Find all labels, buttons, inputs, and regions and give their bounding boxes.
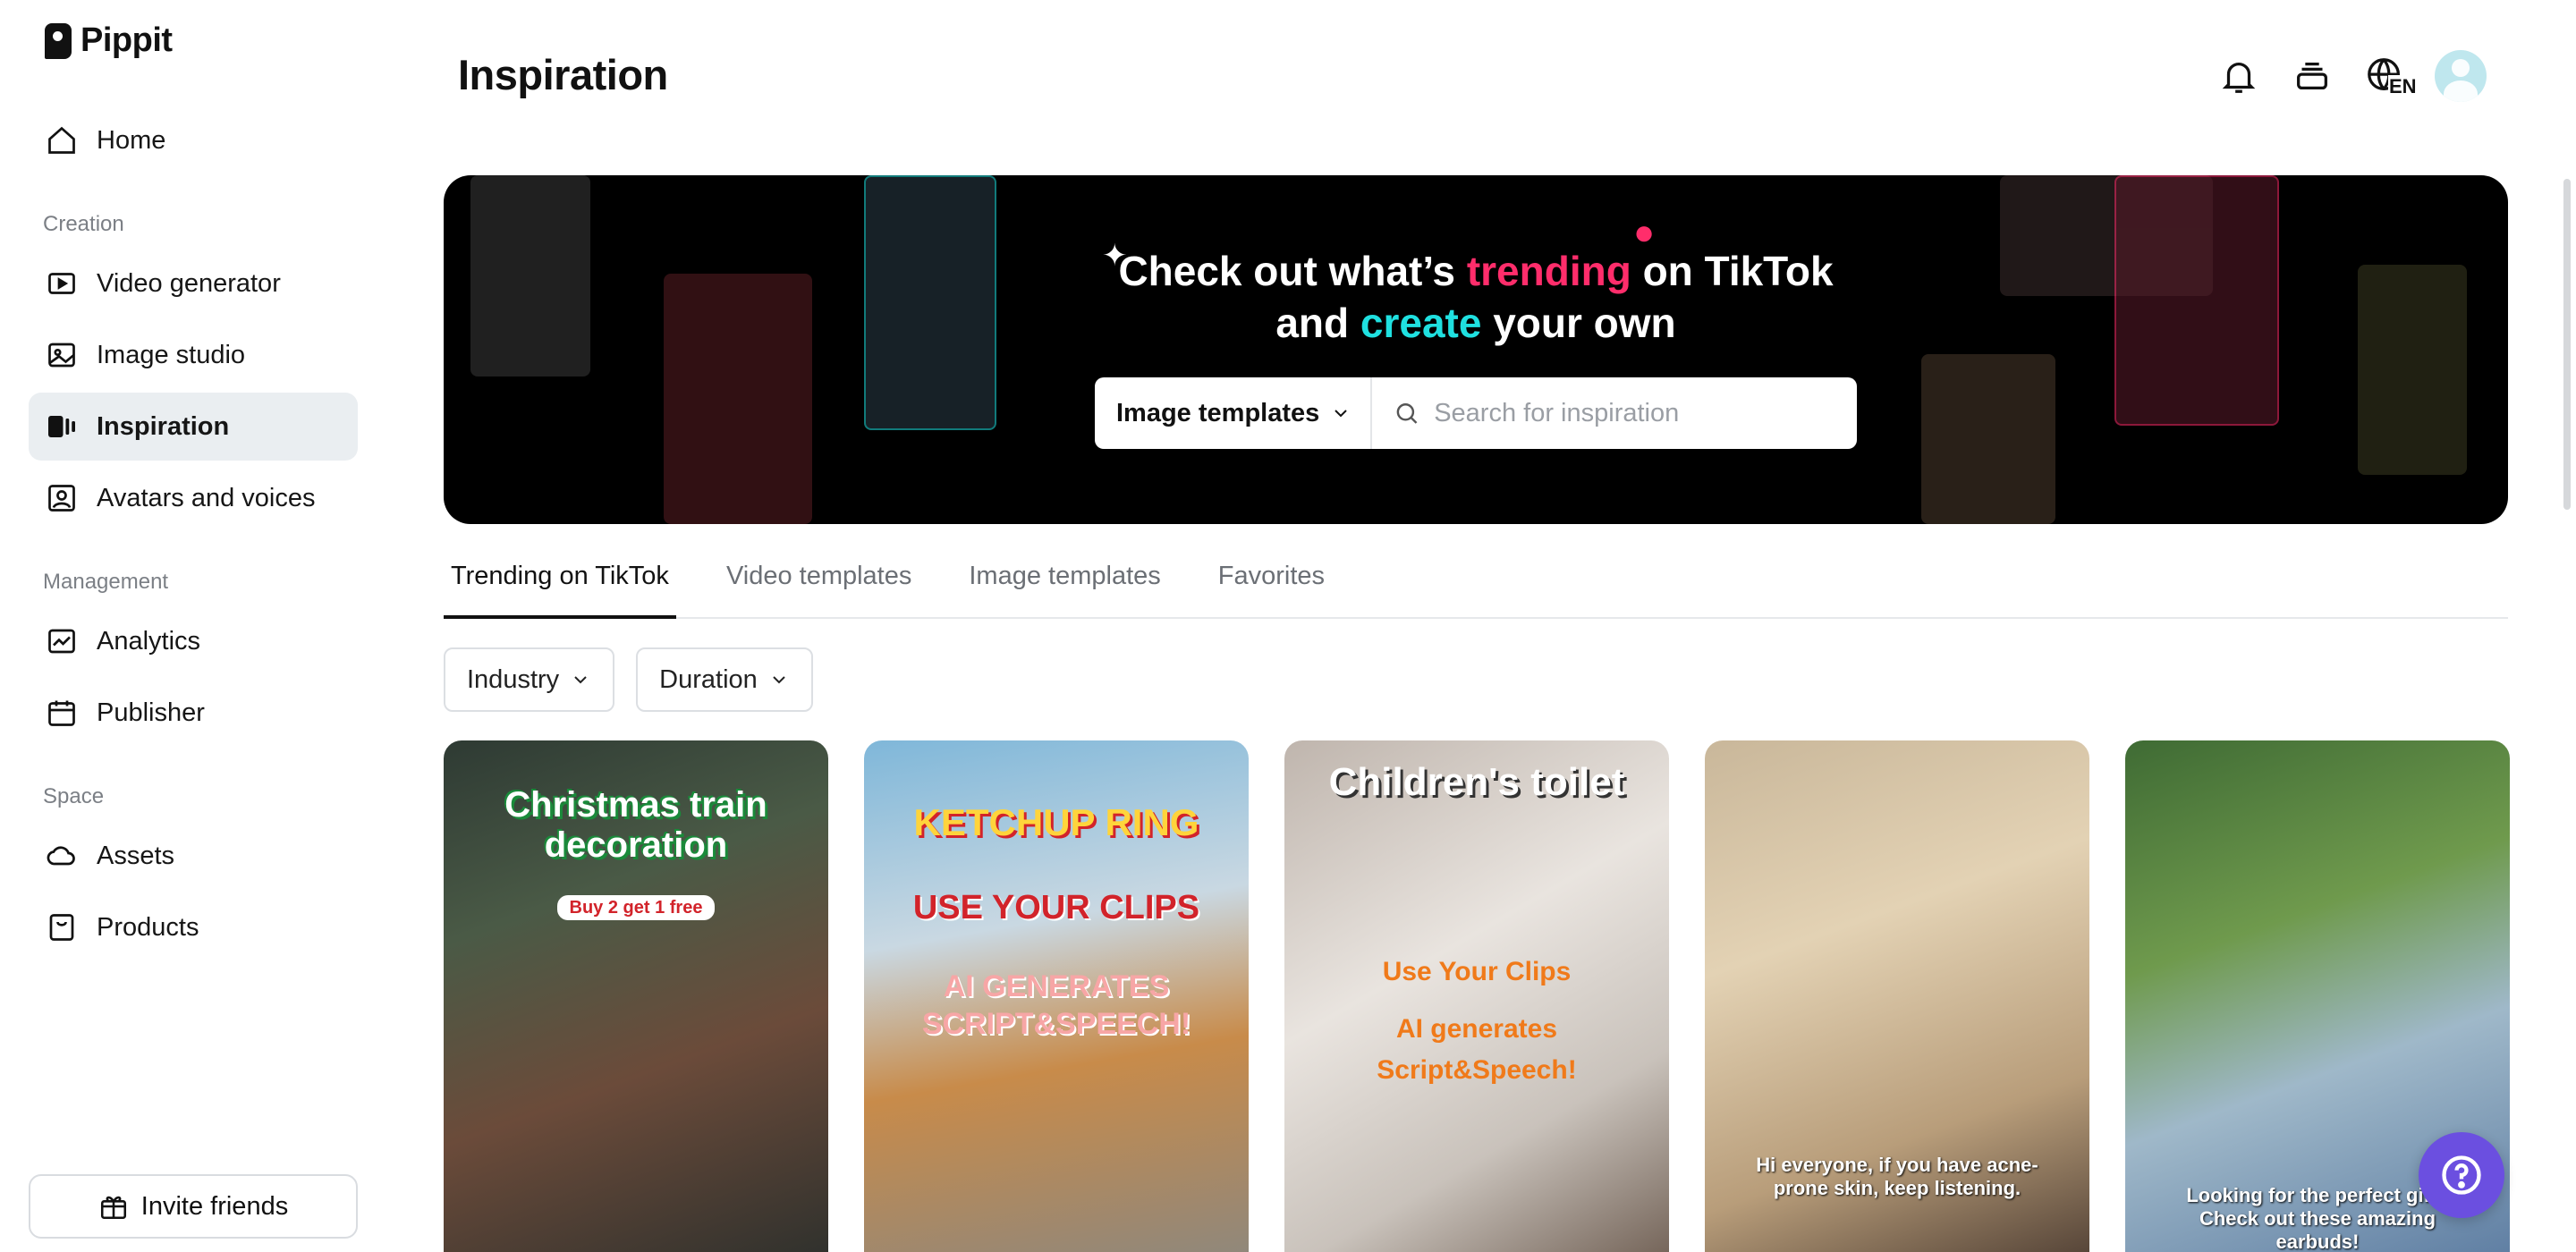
- headline-highlight-trending: trending: [1466, 248, 1631, 294]
- chevron-down-icon: [1335, 410, 1347, 418]
- industry-filter[interactable]: Industry: [444, 647, 615, 712]
- sidebar-item-inspiration[interactable]: Inspiration: [29, 393, 358, 461]
- sidebar-item-label: Image studio: [97, 340, 246, 369]
- sidebar-item-analytics[interactable]: Analytics: [29, 607, 358, 675]
- card-title: Christmas train decoration: [504, 785, 767, 865]
- headline-text: and: [1275, 300, 1360, 346]
- page-title: Inspiration: [458, 51, 668, 98]
- filter-label: Industry: [467, 664, 560, 694]
- headline-text: your own: [1481, 300, 1676, 346]
- sidebar-item-publisher[interactable]: Publisher: [29, 679, 358, 747]
- filter-label: Duration: [659, 664, 758, 694]
- template-type-label: Image templates: [1116, 398, 1320, 427]
- template-card[interactable]: Children's toilet Use Your Clips AI gene…: [1284, 740, 1669, 1252]
- tab-video-templates[interactable]: Video templates: [719, 551, 919, 619]
- search-field: [1372, 398, 1857, 428]
- sidebar-item-label: Home: [97, 125, 166, 155]
- avatar[interactable]: [2435, 50, 2487, 102]
- analytics-icon: [45, 624, 79, 658]
- sidebar-item-label: Video generator: [97, 268, 281, 298]
- home-icon: [45, 123, 79, 157]
- template-card[interactable]: KETCHUP RING USE YOUR CLIPS AI GENERATES…: [864, 740, 1249, 1252]
- template-type-select[interactable]: Image templates: [1095, 377, 1372, 449]
- filter-bar: Industry Duration: [444, 647, 813, 712]
- layers-icon[interactable]: [2288, 52, 2336, 100]
- card-title: KETCHUP RING: [913, 801, 1199, 843]
- sidebar-item-label: Inspiration: [97, 411, 230, 441]
- sidebar-item-avatars-and-voices[interactable]: Avatars and voices: [29, 464, 358, 532]
- sidebar-item-video-generator[interactable]: Video generator: [29, 250, 358, 317]
- inspiration-banner: ✦ ● Check out what’s trending on TikTok …: [444, 175, 2508, 524]
- card-badge: Buy 2 get 1 free: [444, 895, 828, 920]
- card-line: USE YOUR CLIPS: [912, 889, 1200, 926]
- sidebar-item-image-studio[interactable]: Image studio: [29, 321, 358, 389]
- template-grid: Christmas train decoration Buy 2 get 1 f…: [444, 740, 2510, 1252]
- app-name: Pippit: [80, 21, 173, 59]
- app-logo[interactable]: Pippit: [45, 21, 173, 60]
- search-icon: [1396, 403, 1418, 424]
- tab-trending-on-tiktok[interactable]: Trending on TikTok: [444, 551, 676, 619]
- template-card[interactable]: Christmas train decoration Buy 2 get 1 f…: [444, 740, 828, 1252]
- sidebar: Pippit Home Creation Video generator Ima…: [0, 0, 386, 1252]
- page-scrollbar[interactable]: [2563, 179, 2571, 510]
- help-button[interactable]: [2419, 1132, 2504, 1218]
- section-label-management: Management: [43, 570, 169, 594]
- pippit-logo-icon: [45, 22, 72, 59]
- sidebar-item-products[interactable]: Products: [29, 893, 358, 961]
- avatar-icon: [45, 481, 79, 515]
- inspiration-search-bar: Image templates: [1095, 377, 1857, 449]
- image-studio-icon: [45, 338, 79, 372]
- card-title: Children's toilet: [1328, 760, 1625, 804]
- sidebar-item-label: Assets: [97, 841, 175, 870]
- card-caption: Hi everyone, if you have acne-prone skin…: [1756, 1154, 2038, 1199]
- card-line: AI GENERATES SCRIPT&SPEECH!: [921, 969, 1191, 1041]
- product-box-icon: [45, 910, 79, 944]
- bell-icon[interactable]: [2215, 52, 2263, 100]
- video-generator-icon: [45, 266, 79, 300]
- calendar-icon: [45, 696, 79, 730]
- invite-friends-button[interactable]: Invite friends: [29, 1174, 358, 1239]
- tab-image-templates[interactable]: Image templates: [962, 551, 1167, 619]
- sidebar-item-label: Avatars and voices: [97, 483, 316, 512]
- inspiration-icon: [45, 410, 79, 444]
- card-line: AI generates Script&Speech!: [1377, 1014, 1577, 1085]
- sidebar-item-label: Analytics: [97, 626, 201, 656]
- language-icon[interactable]: EN: [2361, 52, 2418, 100]
- gift-icon: [100, 1196, 126, 1220]
- header-actions: EN: [2215, 50, 2487, 102]
- cloud-icon: [45, 839, 79, 873]
- headline-text: on TikTok: [1631, 248, 1834, 294]
- tab-favorites[interactable]: Favorites: [1211, 551, 1332, 619]
- sidebar-item-assets[interactable]: Assets: [29, 822, 358, 890]
- content-tabs: Trending on TikTok Video templates Image…: [444, 551, 2508, 619]
- invite-friends-label: Invite friends: [140, 1191, 289, 1221]
- sidebar-item-label: Publisher: [97, 698, 205, 727]
- duration-filter[interactable]: Duration: [636, 647, 813, 712]
- section-label-space: Space: [43, 784, 105, 808]
- card-line: Use Your Clips: [1382, 957, 1572, 986]
- chevron-down-icon: [574, 676, 587, 684]
- headline-text: Check out what’s: [1118, 248, 1467, 294]
- sidebar-item-label: Products: [97, 912, 199, 942]
- banner-headline: Check out what’s trending on TikTok and …: [444, 245, 2508, 349]
- help-icon: [2442, 1155, 2481, 1195]
- template-card[interactable]: Hi everyone, if you have acne-prone skin…: [1705, 740, 2089, 1252]
- banner-decor-image: [1921, 354, 2055, 524]
- sidebar-item-home[interactable]: Home: [29, 106, 358, 174]
- section-label-creation: Creation: [43, 212, 124, 236]
- chevron-down-icon: [773, 676, 785, 684]
- language-code: EN: [2388, 75, 2418, 98]
- search-input[interactable]: [1434, 398, 1857, 428]
- headline-highlight-create: create: [1360, 300, 1482, 346]
